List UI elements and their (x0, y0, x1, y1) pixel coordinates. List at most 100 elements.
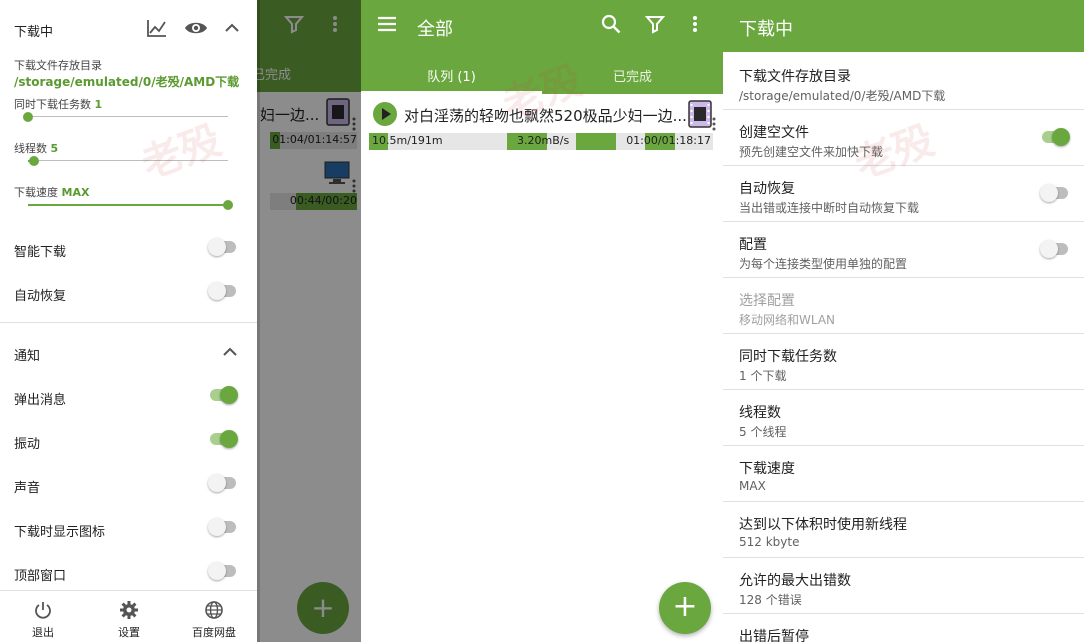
toolbar: 全部 队列 (1) 已完成 (361, 0, 723, 94)
drawer-panel: 下载中 下载文件存放目录 /storage/emulated/0/老殁/AMD下… (0, 0, 257, 642)
settings-item[interactable]: 允许的最大出错数 128 个错误 (723, 558, 1084, 614)
show-icon-switch[interactable] (208, 518, 238, 536)
settings-item[interactable]: 下载文件存放目录/storage/emulated/0/老殁/AMD下载 (723, 54, 1084, 110)
eye-icon[interactable] (184, 18, 208, 42)
chevron-up-icon[interactable] (222, 343, 238, 365)
chart-icon[interactable] (146, 18, 168, 42)
settings-item-summary: 5 个线程 (739, 425, 787, 439)
smart-download-switch[interactable] (208, 238, 238, 256)
popup-switch[interactable] (208, 386, 238, 404)
settings-item-title: 允许的最大出错数 (739, 573, 851, 589)
settings-switch[interactable] (1040, 128, 1070, 146)
toggle-row-show-icon[interactable]: 下载时显示图标 (14, 518, 238, 540)
vibrate-switch[interactable] (208, 430, 238, 448)
tab-done[interactable]: 已完成 (542, 66, 723, 85)
settings-item[interactable]: 自动恢复当出错或连接中断时自动恢复下载 (723, 166, 1084, 222)
exit-button[interactable]: 退出 (0, 600, 86, 640)
settings-item-summary: 1 个下载 (739, 369, 787, 383)
settings-item-summary: 移动网络和WLAN (739, 313, 836, 327)
settings-item[interactable]: 创建空文件 预先创建空文件来加快下载 (723, 110, 1084, 166)
threads-slider[interactable] (28, 156, 228, 166)
toggle-row-vibrate[interactable]: 振动 (14, 430, 238, 452)
toggle-row-sound[interactable]: 声音 (14, 474, 238, 496)
power-icon (0, 600, 86, 624)
toggle-label: 下载时显示图标 (14, 525, 106, 540)
divider (0, 322, 257, 323)
settings-item[interactable]: 出错后暂停 (723, 614, 1084, 642)
page-title: 全部 (417, 19, 453, 40)
slider-knob[interactable] (23, 112, 33, 122)
slider-knob[interactable] (29, 156, 39, 166)
play-icon[interactable] (373, 102, 397, 126)
settings-item-summary: MAX (739, 479, 766, 493)
settings-item[interactable]: 配置为每个连接类型使用单独的配置 (723, 222, 1084, 278)
add-button[interactable]: + (659, 582, 711, 634)
settings-item[interactable]: 线程数 5 个线程 (723, 390, 1084, 446)
settings-item[interactable]: 达到以下体积时使用新线程 512 kbyte (723, 502, 1084, 558)
settings-item-title: 自动恢复 (739, 181, 795, 197)
notify-header[interactable]: 通知 (14, 345, 238, 364)
settings-item-title: 同时下载任务数 (739, 349, 837, 365)
settings-button[interactable]: 设置 (86, 600, 172, 640)
menu-icon[interactable] (377, 14, 397, 38)
drawer-shadow (257, 0, 260, 642)
settings-item-summary: 为每个连接类型使用单独的配置 (739, 257, 908, 271)
settings-item[interactable]: 同时下载任务数 1 个下载 (723, 334, 1084, 390)
speed-value: MAX (61, 186, 90, 199)
speed-slider[interactable] (28, 200, 233, 210)
toggle-label: 顶部窗口 (14, 569, 67, 584)
settings-switch[interactable] (1040, 240, 1070, 258)
toggle-label: 自动恢复 (14, 289, 67, 304)
threads-label-text: 线程数 (14, 142, 47, 155)
concurrent-slider[interactable] (23, 112, 228, 122)
settings-item-title: 选择配置 (739, 293, 795, 309)
slider-track (28, 160, 228, 161)
thread-segment (576, 133, 616, 150)
drawer-title: 下载中 (14, 25, 54, 40)
settings-item[interactable]: 下载速度 MAX (723, 446, 1084, 502)
dir-path[interactable]: /storage/emulated/0/老殁/AMD下载 (14, 73, 239, 90)
settings-label: 设置 (118, 626, 140, 639)
settings-item-title: 下载速度 (739, 461, 795, 477)
toggle-row-smart-download[interactable]: 智能下载 (14, 238, 238, 260)
settings-item-summary: 当出错或连接中断时自动恢复下载 (739, 201, 920, 215)
sound-switch[interactable] (208, 474, 238, 492)
auto-resume-switch[interactable] (208, 282, 238, 300)
toggle-row-popup[interactable]: 弹出消息 (14, 386, 238, 408)
threads-value: 5 (50, 142, 59, 155)
settings-item-title: 配置 (739, 237, 767, 253)
notify-title: 通知 (14, 349, 41, 364)
settings-screen: 下载中 下载文件存放目录/storage/emulated/0/老殁/AMD下载… (723, 0, 1084, 642)
top-window-switch[interactable] (208, 562, 238, 580)
baidu-pan-label: 百度网盘 (192, 626, 236, 639)
toggle-label: 振动 (14, 437, 41, 452)
dir-label: 下载文件存放目录 (14, 59, 102, 72)
progress-bar: 10.5m/191m 3.20mB/s 01:00/01:18:17 (369, 133, 713, 150)
search-icon[interactable] (601, 14, 621, 38)
gear-icon (86, 600, 172, 624)
slider-knob[interactable] (223, 200, 233, 210)
tab-queue[interactable]: 队列 (1) (361, 66, 542, 85)
settings-item: 选择配置移动网络和WLAN (723, 278, 1084, 334)
settings-switch[interactable] (1040, 184, 1070, 202)
filter-icon[interactable] (644, 14, 666, 38)
toggle-label: 弹出消息 (14, 393, 67, 408)
settings-item-summary: 预先创建空文件来加快下载 (739, 145, 884, 159)
chevron-up-icon[interactable] (224, 18, 240, 42)
toggle-row-top-window[interactable]: 顶部窗口 (14, 562, 238, 584)
settings-item-summary: 128 个错误 (739, 593, 802, 607)
settings-item-title: 达到以下体积时使用新线程 (739, 517, 907, 533)
settings-item-title: 线程数 (739, 405, 781, 421)
toggle-row-auto-resume[interactable]: 自动恢复 (14, 282, 238, 304)
settings-item-summary: 512 kbyte (739, 535, 800, 549)
baidu-pan-button[interactable]: 百度网盘 (171, 600, 257, 640)
slider-fill (28, 204, 228, 206)
concurrent-value: 1 (94, 98, 103, 111)
more-icon[interactable] (691, 14, 699, 38)
download-row[interactable]: 对白淫荡的轻吻也飘然520极品少妇一边... 10.5m/191m 3.20mB… (361, 96, 723, 154)
speed-text: 3.20mB/s (517, 134, 570, 147)
main-list-screen: 全部 队列 (1) 已完成 对白淫荡的轻吻也飘然520极品少妇一边... 10.… (361, 0, 723, 642)
settings-item-summary: /storage/emulated/0/老殁/AMD下载 (739, 89, 946, 103)
concurrent-label-text: 同时下载任务数 (14, 98, 91, 111)
tab-indicator (361, 91, 542, 94)
